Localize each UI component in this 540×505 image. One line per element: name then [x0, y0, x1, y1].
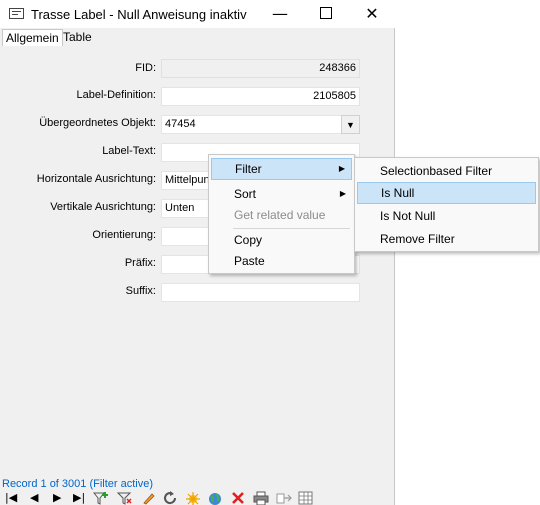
horizontal-alignment-label: Horizontale Ausrichtung: — [36, 173, 156, 185]
context-menu: Filter ▶ Sort ▶ Get related value Copy P… — [208, 154, 355, 274]
print-icon[interactable] — [253, 491, 269, 505]
refresh-icon[interactable] — [162, 491, 178, 505]
export-icon[interactable] — [276, 491, 292, 505]
prefix-label: Präfix: — [124, 257, 156, 269]
record-status: Record 1 of 3001 (Filter active) — [2, 478, 154, 490]
menu-item-remove-filter[interactable]: Remove Filter — [357, 228, 536, 250]
globe-icon[interactable] — [207, 491, 223, 505]
vertical-alignment-label: Vertikale Ausrichtung: — [50, 201, 156, 213]
label-definition-label: Label-Definition: — [76, 89, 157, 101]
last-record-icon[interactable]: ▶| — [73, 491, 85, 505]
navigation-toolbar: |◀ ◀ ▶ ▶| — [0, 491, 395, 505]
suffix-field[interactable] — [161, 283, 360, 302]
filter-remove-icon[interactable] — [117, 491, 133, 505]
parent-object-combo[interactable]: 47454 — [161, 115, 360, 134]
minimize-button[interactable]: — — [257, 0, 303, 28]
orientation-label: Orientierung: — [92, 229, 156, 241]
submenu-arrow-icon: ▶ — [339, 189, 346, 198]
maximize-icon — [320, 7, 332, 19]
window-title: Trasse Label - Null Anweisung inaktiv — [31, 7, 247, 22]
suffix-label: Suffix: — [125, 285, 156, 297]
menu-item-filter-label: Filter — [235, 162, 262, 176]
table-icon[interactable] — [298, 491, 314, 505]
chevron-down-icon[interactable]: ▼ — [341, 115, 360, 134]
menu-item-sort[interactable]: Sort ▶ — [211, 183, 352, 205]
title-bar[interactable]: Trasse Label - Null Anweisung inaktiv — … — [0, 0, 395, 28]
close-button[interactable]: ✕ — [349, 0, 395, 28]
menu-item-get-related-value[interactable]: Get related value — [211, 204, 352, 226]
filter-submenu: Selectionbased Filter Is Null Is Not Nul… — [354, 157, 539, 252]
menu-item-filter[interactable]: Filter ▶ — [211, 158, 352, 180]
parent-object-label: Übergeordnetes Objekt: — [39, 117, 156, 129]
edit-icon[interactable] — [141, 491, 155, 505]
menu-item-copy[interactable]: Copy — [211, 229, 352, 251]
label-text-label: Label-Text: — [102, 145, 156, 157]
new-record-icon[interactable] — [185, 491, 201, 505]
menu-item-is-not-null[interactable]: Is Not Null — [357, 205, 536, 227]
maximize-button[interactable] — [303, 0, 349, 28]
tab-allgemein[interactable]: Allgemein — [2, 29, 63, 46]
previous-record-icon[interactable]: ◀ — [30, 491, 38, 505]
menu-item-paste[interactable]: Paste — [211, 250, 352, 272]
window-icon — [9, 8, 24, 19]
first-record-icon[interactable]: |◀ — [5, 491, 17, 505]
fid-label: FID: — [135, 62, 156, 74]
menu-item-sort-label: Sort — [234, 187, 257, 201]
next-record-icon[interactable]: ▶ — [53, 491, 61, 505]
tab-table[interactable]: Table — [60, 29, 95, 46]
submenu-arrow-icon: ▶ — [338, 164, 345, 173]
menu-item-is-null[interactable]: Is Null — [357, 182, 536, 204]
fid-field[interactable]: 248366 — [161, 59, 360, 78]
filter-add-icon[interactable] — [93, 491, 109, 505]
tab-strip: Allgemein Table — [0, 29, 395, 47]
menu-item-selectionbased-filter[interactable]: Selectionbased Filter — [357, 160, 536, 182]
label-definition-field[interactable]: 2105805 — [161, 87, 360, 106]
delete-icon[interactable] — [231, 491, 245, 505]
